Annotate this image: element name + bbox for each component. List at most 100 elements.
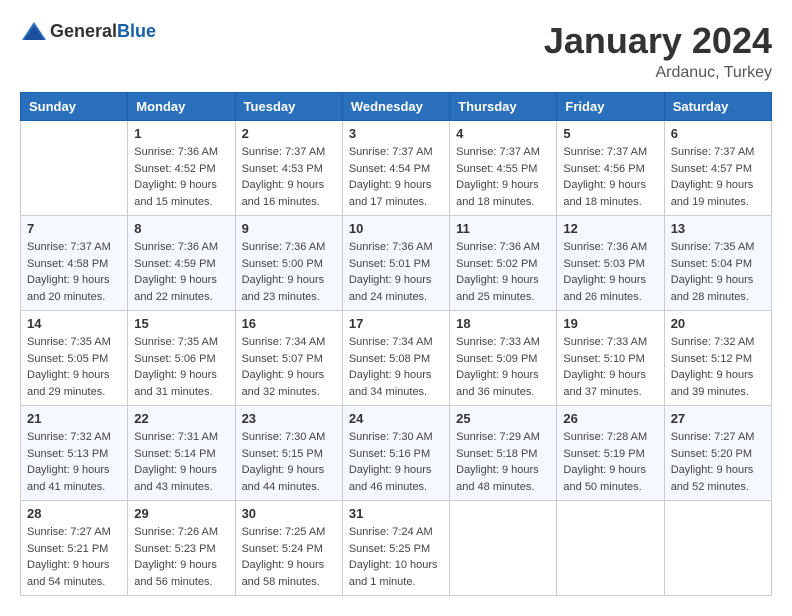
- day-number: 13: [671, 221, 765, 236]
- day-info: Sunrise: 7:26 AMSunset: 5:23 PMDaylight:…: [134, 524, 228, 590]
- location-title: Ardanuc, Turkey: [544, 64, 772, 82]
- calendar-cell: 30 Sunrise: 7:25 AMSunset: 5:24 PMDayligh…: [235, 501, 342, 596]
- calendar-cell: 19 Sunrise: 7:33 AMSunset: 5:10 PMDayligh…: [557, 311, 664, 406]
- calendar-cell: 9Sunrise: 7:36 AMSunset: 5:00 PMDaylight…: [235, 216, 342, 311]
- logo-icon: [20, 20, 48, 42]
- day-number: 26: [563, 411, 657, 426]
- day-number: 12: [563, 221, 657, 236]
- day-number: 10: [349, 221, 443, 236]
- calendar-cell: 17 Sunrise: 7:34 AMSunset: 5:08 PMDayligh…: [342, 311, 449, 406]
- weekday-header-cell: Sunday: [21, 93, 128, 121]
- weekday-header-row: SundayMondayTuesdayWednesdayThursdayFrid…: [21, 93, 772, 121]
- day-info: Sunrise: 7:27 AMSunset: 5:21 PMDaylight:…: [27, 524, 121, 590]
- day-info: Sunrise: 7:34 AMSunset: 5:08 PMDaylight:…: [349, 334, 443, 400]
- calendar-cell: 13 Sunrise: 7:35 AMSunset: 5:04 PMDayligh…: [664, 216, 771, 311]
- day-number: 21: [27, 411, 121, 426]
- calendar-cell: 14 Sunrise: 7:35 AMSunset: 5:05 PMDayligh…: [21, 311, 128, 406]
- day-info: Sunrise: 7:33 AMSunset: 5:10 PMDaylight:…: [563, 334, 657, 400]
- title-area: January 2024 Ardanuc, Turkey: [544, 20, 772, 82]
- day-number: 22: [134, 411, 228, 426]
- day-number: 30: [242, 506, 336, 521]
- day-number: 7: [27, 221, 121, 236]
- day-number: 2: [242, 126, 336, 141]
- day-info: Sunrise: 7:37 AMSunset: 4:55 PMDaylight:…: [456, 144, 550, 210]
- calendar-cell: 27Sunrise: 7:27 AMSunset: 5:20 PMDayligh…: [664, 406, 771, 501]
- day-number: 3: [349, 126, 443, 141]
- day-number: 24: [349, 411, 443, 426]
- calendar-cell: 28 Sunrise: 7:27 AMSunset: 5:21 PMDayligh…: [21, 501, 128, 596]
- calendar-cell: 2 Sunrise: 7:37 AMSunset: 4:53 PMDaylight…: [235, 121, 342, 216]
- calendar-cell: 3 Sunrise: 7:37 AMSunset: 4:54 PMDaylight…: [342, 121, 449, 216]
- day-info: Sunrise: 7:30 AMSunset: 5:15 PMDaylight:…: [242, 429, 336, 495]
- day-info: Sunrise: 7:32 AMSunset: 5:12 PMDaylight:…: [671, 334, 765, 400]
- day-info: Sunrise: 7:36 AMSunset: 5:00 PMDaylight:…: [242, 239, 336, 305]
- weekday-header-cell: Thursday: [450, 93, 557, 121]
- logo: GeneralBlue: [20, 20, 156, 42]
- day-info: Sunrise: 7:35 AMSunset: 5:06 PMDaylight:…: [134, 334, 228, 400]
- day-info: Sunrise: 7:36 AMSunset: 5:03 PMDaylight:…: [563, 239, 657, 305]
- calendar-cell: 24 Sunrise: 7:30 AMSunset: 5:16 PMDayligh…: [342, 406, 449, 501]
- day-number: 19: [563, 316, 657, 331]
- day-number: 20: [671, 316, 765, 331]
- calendar-cell: [450, 501, 557, 596]
- calendar-cell: 1 Sunrise: 7:36 AMSunset: 4:52 PMDaylight…: [128, 121, 235, 216]
- day-info: Sunrise: 7:33 AMSunset: 5:09 PMDaylight:…: [456, 334, 550, 400]
- day-number: 8: [134, 221, 228, 236]
- day-number: 6: [671, 126, 765, 141]
- calendar-cell: 20 Sunrise: 7:32 AMSunset: 5:12 PMDayligh…: [664, 311, 771, 406]
- logo-text-blue: Blue: [117, 21, 156, 41]
- day-info: Sunrise: 7:37 AMSunset: 4:58 PMDaylight:…: [27, 239, 121, 305]
- calendar-cell: 18Sunrise: 7:33 AMSunset: 5:09 PMDayligh…: [450, 311, 557, 406]
- day-number: 23: [242, 411, 336, 426]
- calendar-cell: 10 Sunrise: 7:36 AMSunset: 5:01 PMDayligh…: [342, 216, 449, 311]
- calendar-week-row: 14 Sunrise: 7:35 AMSunset: 5:05 PMDayligh…: [21, 311, 772, 406]
- calendar-cell: 26 Sunrise: 7:28 AMSunset: 5:19 PMDayligh…: [557, 406, 664, 501]
- day-info: Sunrise: 7:34 AMSunset: 5:07 PMDaylight:…: [242, 334, 336, 400]
- day-info: Sunrise: 7:37 AMSunset: 4:56 PMDaylight:…: [563, 144, 657, 210]
- day-info: Sunrise: 7:37 AMSunset: 4:57 PMDaylight:…: [671, 144, 765, 210]
- calendar-cell: [21, 121, 128, 216]
- day-info: Sunrise: 7:28 AMSunset: 5:19 PMDaylight:…: [563, 429, 657, 495]
- month-title: January 2024: [544, 20, 772, 62]
- weekday-header-cell: Friday: [557, 93, 664, 121]
- calendar-week-row: 21 Sunrise: 7:32 AMSunset: 5:13 PMDayligh…: [21, 406, 772, 501]
- calendar-cell: 22 Sunrise: 7:31 AMSunset: 5:14 PMDayligh…: [128, 406, 235, 501]
- day-info: Sunrise: 7:36 AMSunset: 5:01 PMDaylight:…: [349, 239, 443, 305]
- day-info: Sunrise: 7:37 AMSunset: 4:54 PMDaylight:…: [349, 144, 443, 210]
- calendar-cell: [557, 501, 664, 596]
- day-info: Sunrise: 7:25 AMSunset: 5:24 PMDaylight:…: [242, 524, 336, 590]
- weekday-header-cell: Saturday: [664, 93, 771, 121]
- day-info: Sunrise: 7:35 AMSunset: 5:05 PMDaylight:…: [27, 334, 121, 400]
- calendar-cell: 6 Sunrise: 7:37 AMSunset: 4:57 PMDaylight…: [664, 121, 771, 216]
- day-number: 31: [349, 506, 443, 521]
- day-info: Sunrise: 7:24 AMSunset: 5:25 PMDaylight:…: [349, 524, 443, 590]
- calendar-cell: 4Sunrise: 7:37 AMSunset: 4:55 PMDaylight…: [450, 121, 557, 216]
- calendar-table: SundayMondayTuesdayWednesdayThursdayFrid…: [20, 92, 772, 596]
- calendar-week-row: 28 Sunrise: 7:27 AMSunset: 5:21 PMDayligh…: [21, 501, 772, 596]
- page-header: GeneralBlue January 2024 Ardanuc, Turkey: [20, 20, 772, 82]
- day-info: Sunrise: 7:37 AMSunset: 4:53 PMDaylight:…: [242, 144, 336, 210]
- calendar-cell: 7 Sunrise: 7:37 AMSunset: 4:58 PMDaylight…: [21, 216, 128, 311]
- calendar-week-row: 7 Sunrise: 7:37 AMSunset: 4:58 PMDaylight…: [21, 216, 772, 311]
- day-info: Sunrise: 7:35 AMSunset: 5:04 PMDaylight:…: [671, 239, 765, 305]
- calendar-cell: 8Sunrise: 7:36 AMSunset: 4:59 PMDaylight…: [128, 216, 235, 311]
- weekday-header-cell: Monday: [128, 93, 235, 121]
- weekday-header-cell: Wednesday: [342, 93, 449, 121]
- day-number: 14: [27, 316, 121, 331]
- calendar-cell: 16Sunrise: 7:34 AMSunset: 5:07 PMDayligh…: [235, 311, 342, 406]
- calendar-week-row: 1 Sunrise: 7:36 AMSunset: 4:52 PMDaylight…: [21, 121, 772, 216]
- day-info: Sunrise: 7:36 AMSunset: 5:02 PMDaylight:…: [456, 239, 550, 305]
- calendar-cell: 15Sunrise: 7:35 AMSunset: 5:06 PMDayligh…: [128, 311, 235, 406]
- weekday-header-cell: Tuesday: [235, 93, 342, 121]
- day-number: 25: [456, 411, 550, 426]
- day-info: Sunrise: 7:31 AMSunset: 5:14 PMDaylight:…: [134, 429, 228, 495]
- day-info: Sunrise: 7:30 AMSunset: 5:16 PMDaylight:…: [349, 429, 443, 495]
- day-number: 1: [134, 126, 228, 141]
- calendar-cell: 29Sunrise: 7:26 AMSunset: 5:23 PMDayligh…: [128, 501, 235, 596]
- calendar-cell: 21 Sunrise: 7:32 AMSunset: 5:13 PMDayligh…: [21, 406, 128, 501]
- day-number: 28: [27, 506, 121, 521]
- calendar-cell: 31 Sunrise: 7:24 AMSunset: 5:25 PMDayligh…: [342, 501, 449, 596]
- day-info: Sunrise: 7:36 AMSunset: 4:52 PMDaylight:…: [134, 144, 228, 210]
- day-info: Sunrise: 7:32 AMSunset: 5:13 PMDaylight:…: [27, 429, 121, 495]
- day-number: 17: [349, 316, 443, 331]
